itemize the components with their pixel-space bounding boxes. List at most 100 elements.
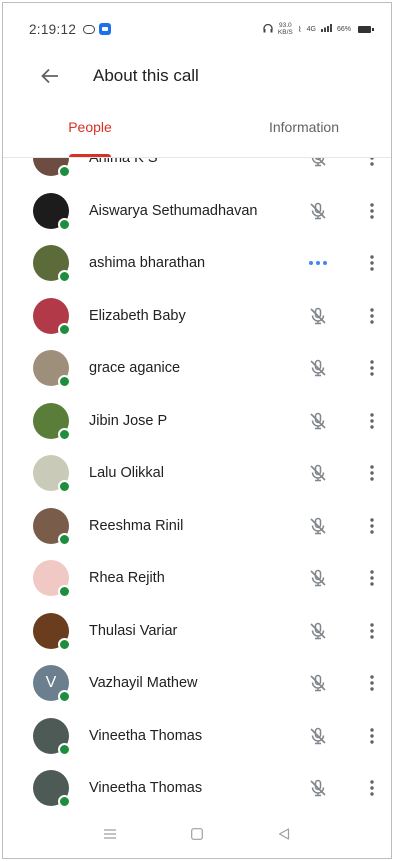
more-options-button[interactable]	[365, 158, 379, 169]
network-speed-unit: KB/S	[277, 29, 293, 36]
screen: 2:19:12 93.0 KB/S ⌇ 4G 66% About this ca…	[2, 2, 392, 859]
online-status-dot	[58, 427, 71, 441]
mic-off-icon	[307, 462, 329, 484]
participant-row[interactable]: Thulasi Variar	[3, 605, 391, 658]
tab-people[interactable]: People	[3, 97, 195, 157]
network-speed-value: 93.0	[279, 22, 292, 29]
avatar	[33, 245, 71, 284]
avatar	[33, 158, 71, 179]
participant-row[interactable]: Aiswarya Sethumadhavan	[3, 185, 391, 238]
recents-button[interactable]	[99, 823, 121, 845]
vibrate-icon: ⌇	[297, 24, 302, 34]
online-status-dot	[58, 637, 71, 651]
app-bar: About this call	[3, 55, 391, 97]
participant-row[interactable]: Reeshma Rinil	[3, 500, 391, 553]
participant-name: Reeshma Rinil	[89, 517, 184, 534]
signal-type: 4G	[306, 25, 316, 33]
more-options-button[interactable]	[365, 777, 379, 799]
more-options-button[interactable]	[365, 567, 379, 589]
more-options-button[interactable]	[365, 200, 379, 222]
online-status-dot	[58, 270, 71, 284]
status-bar: 2:19:12 93.0 KB/S ⌇ 4G 66%	[3, 3, 391, 55]
participant-row[interactable]: Vineetha Thomas	[3, 762, 391, 810]
online-status-dot	[58, 795, 71, 809]
more-options-button[interactable]	[365, 672, 379, 694]
participant-list[interactable]: Anima K S Aiswarya Sethumadhavan ashima bh…	[3, 158, 391, 810]
participant-row[interactable]: V Vazhayil Mathew	[3, 657, 391, 710]
avatar	[33, 455, 71, 494]
page-title: About this call	[93, 66, 199, 85]
mic-off-icon	[307, 725, 329, 747]
mic-off-icon	[307, 567, 329, 589]
mic-off-icon	[307, 777, 329, 799]
participant-name: Anima K S	[89, 158, 158, 167]
online-status-dot	[58, 585, 71, 599]
avatar	[33, 297, 71, 336]
avatar	[33, 192, 71, 231]
status-time: 2:19:12	[29, 21, 77, 37]
online-status-dot	[58, 480, 71, 494]
battery-icon	[358, 25, 374, 33]
back-icon	[278, 828, 289, 840]
nav-back-button[interactable]	[273, 823, 295, 845]
participant-name: Rhea Rejith	[89, 570, 165, 587]
more-options-button[interactable]	[365, 305, 379, 327]
participant-row[interactable]: Anima K S	[3, 158, 391, 185]
mic-off-icon	[307, 620, 329, 642]
participant-row[interactable]: grace aganice	[3, 342, 391, 395]
mic-off-icon	[307, 200, 329, 222]
arrow-back-icon	[41, 68, 58, 84]
home-icon	[191, 828, 203, 840]
tab-bar: People Information	[3, 97, 391, 158]
participant-list-content: Anima K S Aiswarya Sethumadhavan ashima bh…	[3, 158, 391, 810]
online-status-dot	[58, 690, 71, 704]
headset-icon	[263, 23, 273, 35]
mic-off-icon	[307, 672, 329, 694]
more-options-button[interactable]	[365, 620, 379, 642]
meet-app-icon	[99, 23, 112, 35]
participant-row[interactable]: ashima bharathan	[3, 237, 391, 290]
participant-row[interactable]: Jibin Jose P	[3, 395, 391, 448]
signal-bars-icon	[320, 24, 332, 34]
participant-name: Jibin Jose P	[89, 412, 168, 429]
mic-off-icon	[307, 305, 329, 327]
notification-ring-icon	[83, 24, 96, 34]
participant-row[interactable]: Vineetha Thomas	[3, 710, 391, 763]
online-status-dot	[58, 322, 71, 336]
mic-off-icon	[307, 158, 329, 169]
avatar: V	[33, 665, 71, 704]
online-status-dot	[58, 532, 71, 546]
network-speed: 93.0 KB/S	[278, 22, 293, 36]
online-status-dot	[58, 742, 71, 756]
more-options-button[interactable]	[365, 725, 379, 747]
participant-name: ashima bharathan	[89, 255, 206, 272]
online-status-dot	[58, 217, 71, 231]
participant-name: Aiswarya Sethumadhavan	[89, 202, 258, 219]
online-status-dot	[58, 165, 71, 179]
participant-name: Vineetha Thomas	[89, 727, 203, 744]
avatar	[33, 612, 71, 651]
speaking-indicator-icon	[303, 252, 333, 274]
participant-row[interactable]: Elizabeth Baby	[3, 290, 391, 343]
more-options-button[interactable]	[365, 410, 379, 432]
participant-row[interactable]: Lalu Olikkal	[3, 447, 391, 500]
tab-information[interactable]: Information	[195, 97, 391, 157]
more-options-button[interactable]	[365, 252, 379, 274]
back-button[interactable]	[37, 63, 63, 89]
mic-off-icon	[307, 357, 329, 379]
participant-name: Elizabeth Baby	[89, 307, 186, 324]
more-options-button[interactable]	[365, 462, 379, 484]
online-status-dot	[58, 375, 71, 389]
avatar	[33, 402, 71, 441]
more-options-button[interactable]	[365, 515, 379, 537]
more-options-button[interactable]	[365, 357, 379, 379]
mic-off-icon	[307, 410, 329, 432]
participant-row[interactable]: Rhea Rejith	[3, 552, 391, 605]
system-nav-bar	[3, 810, 391, 858]
recents-icon	[104, 829, 117, 839]
tab-indicator	[69, 154, 111, 157]
mic-off-icon	[307, 515, 329, 537]
avatar	[33, 560, 71, 599]
avatar	[33, 770, 71, 809]
home-button[interactable]	[186, 823, 208, 845]
